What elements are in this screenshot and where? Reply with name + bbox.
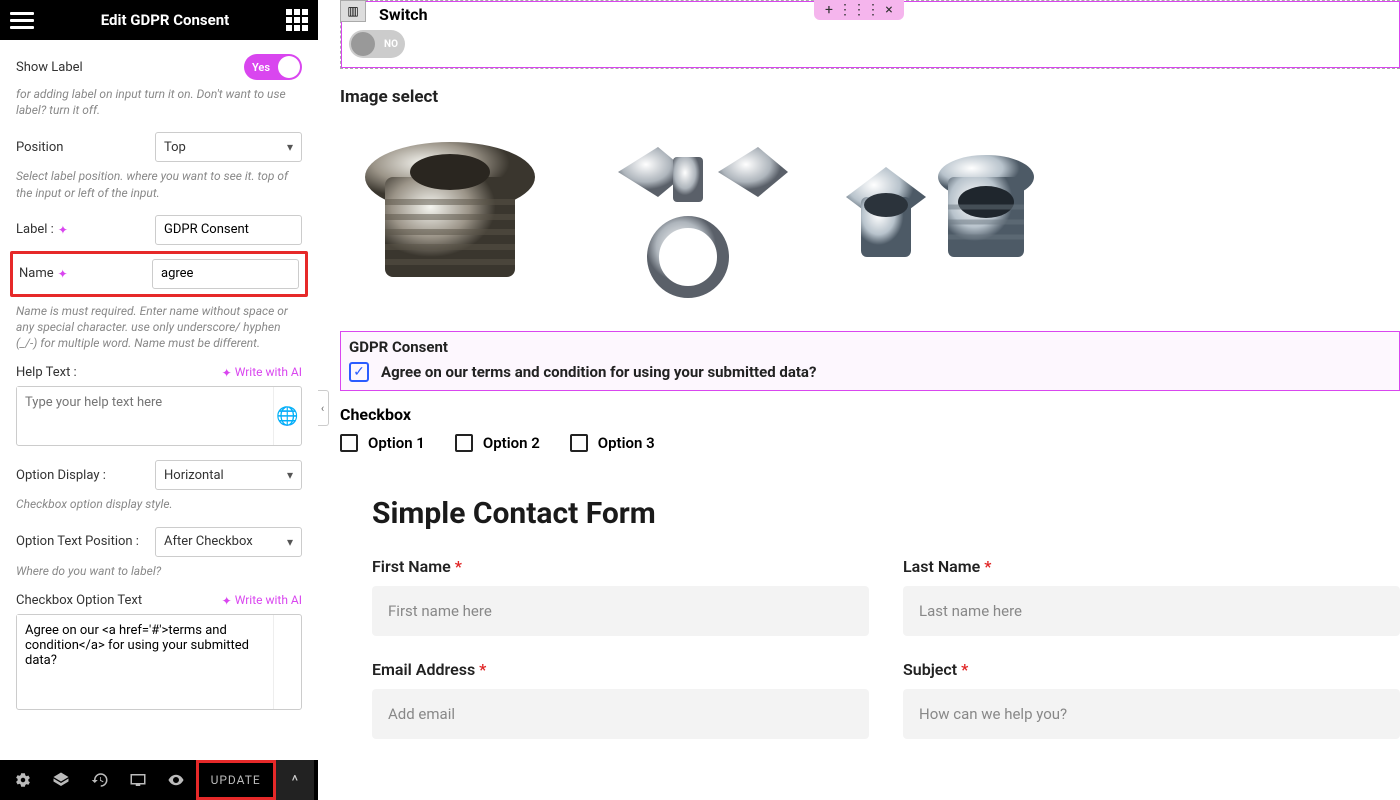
position-desc: Select label position. where you want to… — [16, 168, 302, 200]
option-display-select[interactable]: Horizontal — [155, 460, 302, 490]
show-label-label: Show Label — [16, 60, 244, 75]
email-label: Email Address * — [372, 660, 869, 679]
show-label-toggle[interactable]: Yes — [244, 54, 302, 80]
image-option-3[interactable] — [816, 117, 1056, 317]
chevron-up-icon[interactable]: ^ — [276, 760, 314, 800]
sidebar-header: Edit GDPR Consent — [0, 0, 318, 40]
sparkle-icon: ✦ — [58, 223, 68, 237]
checkbox-option[interactable]: Option 2 — [455, 434, 540, 452]
sparkle-icon: ✦ — [58, 267, 68, 281]
update-highlight: UPDATE — [196, 760, 276, 800]
gdpr-consent-block[interactable]: GDPR Consent ✓ Agree on our terms and co… — [340, 331, 1400, 391]
help-text-textarea[interactable] — [17, 387, 271, 441]
checkbox-option-text-label: Checkbox Option Text — [16, 593, 142, 608]
label-field-input[interactable] — [155, 215, 302, 245]
position-select[interactable]: Top — [155, 132, 302, 162]
name-field-highlight: Name✦ — [10, 251, 308, 297]
history-icon[interactable] — [81, 760, 119, 800]
panel-tab-icon[interactable]: ▥ — [340, 0, 366, 22]
last-name-label: Last Name * — [903, 557, 1400, 576]
layers-icon[interactable] — [42, 760, 80, 800]
textarea-side[interactable] — [273, 615, 301, 709]
image-option-1[interactable] — [340, 117, 560, 317]
gdpr-heading: GDPR Consent — [349, 338, 1391, 356]
checkbox-block: Checkbox Option 1 Option 2 Option 3 — [340, 405, 1400, 452]
drag-icon[interactable]: ⋮⋮⋮ — [844, 0, 874, 20]
option-display-desc: Checkbox option display style. — [16, 496, 302, 512]
first-name-input[interactable] — [372, 586, 869, 636]
checkbox-option-text-textarea[interactable]: Agree on our <a href='#'>terms and condi… — [17, 615, 271, 705]
editor-sidebar: Edit GDPR Consent Show Label Yes for add… — [0, 0, 318, 800]
position-label: Position — [16, 140, 155, 155]
name-field-label: Name✦ — [19, 266, 152, 281]
contact-form: Simple Contact Form First Name * Last Na… — [372, 496, 1400, 739]
subject-input[interactable] — [903, 689, 1400, 739]
show-label-desc: for adding label on input turn it on. Do… — [16, 86, 302, 118]
option-text-pos-desc: Where do you want to label? — [16, 563, 302, 579]
first-name-label: First Name * — [372, 557, 869, 576]
write-with-ai-link[interactable]: ✦Write with AI — [218, 365, 302, 380]
apps-icon[interactable] — [286, 9, 308, 31]
checkbox-option[interactable]: Option 3 — [570, 434, 655, 452]
email-input[interactable] — [372, 689, 869, 739]
switch-toggle[interactable]: NO — [349, 30, 405, 58]
sidebar-footer: UPDATE ^ — [0, 760, 318, 800]
image-option-2[interactable] — [578, 117, 798, 317]
emoji-icon[interactable]: 🌐 — [273, 387, 301, 445]
name-field-input[interactable] — [152, 259, 299, 289]
option-text-pos-select[interactable]: After Checkbox — [155, 527, 302, 557]
checkbox-option-text-wrap: Agree on our <a href='#'>terms and condi… — [16, 614, 302, 710]
image-select-heading: Image select — [340, 87, 1400, 107]
settings-icon[interactable] — [4, 760, 42, 800]
element-controls: + ⋮⋮⋮ × — [814, 0, 904, 20]
gdpr-text: Agree on our terms and condition for usi… — [381, 363, 816, 381]
name-field-desc: Name is must required. Enter name withou… — [16, 303, 302, 352]
last-name-input[interactable] — [903, 586, 1400, 636]
image-select-row — [340, 117, 1400, 317]
close-icon[interactable]: × — [874, 0, 904, 20]
option-display-label: Option Display : — [16, 468, 155, 483]
preview-icon[interactable] — [157, 760, 195, 800]
gdpr-checkbox[interactable]: ✓ — [349, 362, 369, 382]
write-with-ai-link-2[interactable]: ✦Write with AI — [218, 593, 302, 608]
sidebar-body: Show Label Yes for adding label on input… — [0, 40, 318, 760]
help-text-wrap: 🌐 — [16, 386, 302, 446]
sidebar-title: Edit GDPR Consent — [44, 11, 286, 29]
update-button[interactable]: UPDATE — [199, 760, 273, 800]
collapse-sidebar-icon[interactable]: ‹ — [318, 390, 329, 426]
option-text-pos-label: Option Text Position : — [16, 534, 155, 549]
menu-icon[interactable] — [10, 8, 34, 32]
help-text-label: Help Text : — [16, 365, 77, 380]
checkbox-heading: Checkbox — [340, 405, 1400, 424]
label-field-label: Label :✦ — [16, 222, 155, 237]
canvas: ‹ + ⋮⋮⋮ × ▥ Switch NO Image select — [318, 0, 1400, 800]
contact-form-heading: Simple Contact Form — [372, 496, 1400, 531]
responsive-icon[interactable] — [119, 760, 157, 800]
checkbox-option[interactable]: Option 1 — [340, 434, 425, 452]
subject-label: Subject * — [903, 660, 1400, 679]
